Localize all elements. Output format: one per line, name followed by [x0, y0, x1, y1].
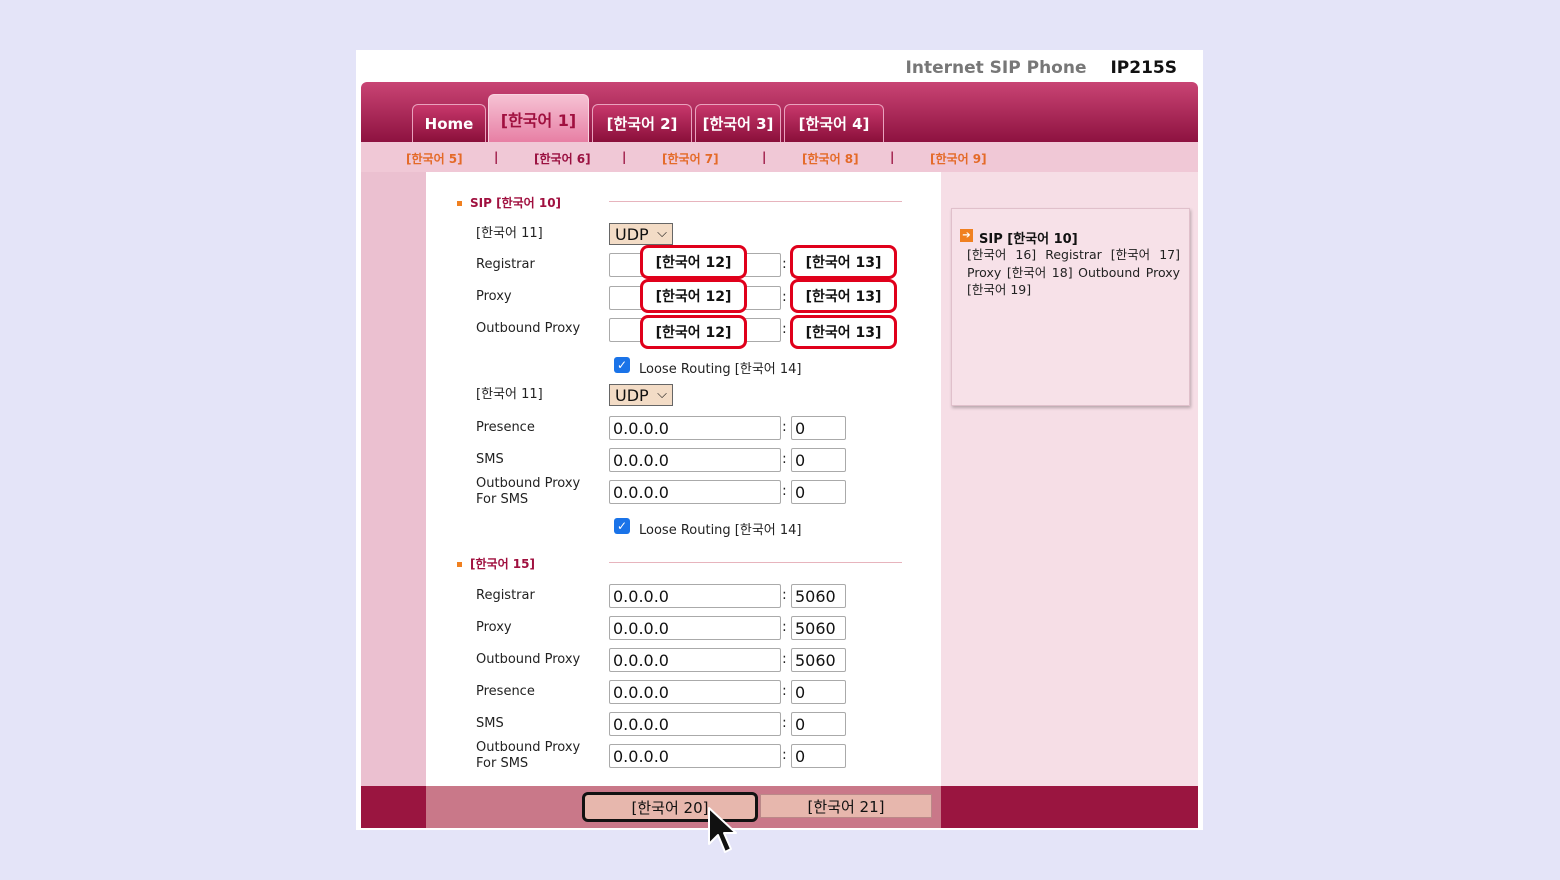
outbound-proxy-label: Outbound Proxy [476, 321, 581, 336]
conn-type-label-2: [한국어 11] [476, 387, 543, 402]
backup-sms-port-input[interactable]: 0 [791, 712, 846, 736]
colon: : [782, 683, 787, 699]
sms-address-input[interactable]: 0.0.0.0 [609, 448, 781, 472]
callout-server-address: [한국어 12] [640, 245, 747, 279]
callout-port-number: [한국어 13] [790, 279, 897, 313]
colon: : [782, 321, 787, 337]
conn-type-select[interactable]: UDP ⌵ [609, 223, 673, 245]
section-title-backup: [한국어 15] [457, 555, 535, 572]
top-bar: Internet SIP Phone IP215S [356, 50, 1203, 82]
proxy-label: Proxy [476, 289, 512, 304]
model-name: IP215S [1110, 58, 1177, 78]
chevron-down-icon: ⌵ [657, 387, 667, 402]
backup-presence-address-input[interactable]: 0.0.0.0 [609, 680, 781, 704]
colon: : [782, 483, 787, 499]
backup-proxy-address-input[interactable]: 0.0.0.0 [609, 616, 781, 640]
backup-registrar-label: Registrar [476, 588, 535, 603]
backup-proxy-port-input[interactable]: 5060 [791, 616, 846, 640]
bullet-icon [457, 562, 462, 567]
colon: : [782, 747, 787, 763]
conn-type-label: [한국어 11] [476, 226, 543, 241]
section-divider [609, 201, 902, 202]
backup-registrar-port-input[interactable]: 5060 [791, 584, 846, 608]
subnav-audio[interactable]: [한국어 8] [802, 150, 859, 167]
conn-type-select-2[interactable]: UDP ⌵ [609, 384, 673, 406]
brand: Internet SIP Phone IP215S [906, 58, 1177, 78]
arrow-right-icon: ➔ [960, 229, 973, 242]
chevron-down-icon: ⌵ [657, 226, 667, 241]
backup-outbound-proxy-address-input[interactable]: 0.0.0.0 [609, 648, 781, 672]
cancel-button[interactable]: [한국어 21] [760, 794, 932, 818]
colon: : [782, 651, 787, 667]
tab-home[interactable]: Home [412, 104, 486, 142]
left-margin [361, 172, 426, 786]
bullet-icon [457, 201, 462, 206]
section-divider [609, 562, 902, 563]
backup-sms-label: SMS [476, 716, 504, 731]
loose-routing-label: Loose Routing [한국어 14] [639, 362, 802, 377]
callout-port-number: [한국어 13] [790, 315, 897, 349]
backup-outbound-proxy-label: Outbound Proxy [476, 652, 581, 667]
presence-port-input[interactable]: 0 [791, 416, 846, 440]
sms-label: SMS [476, 452, 504, 467]
mouse-pointer-icon [708, 807, 737, 853]
sms-port-input[interactable]: 0 [791, 448, 846, 472]
colon: : [782, 587, 787, 603]
subnav-advanced[interactable]: [한국어 9] [930, 150, 987, 167]
subnav-separator: | [762, 150, 767, 164]
router-settings-page: Internet SIP Phone IP215S Home [한국어 1] [한… [356, 50, 1203, 830]
loose-routing-label-2: Loose Routing [한국어 14] [639, 523, 802, 538]
backup-presence-port-input[interactable]: 0 [791, 680, 846, 704]
section-title-sip: SIP [한국어 10] [457, 194, 561, 211]
subnav-separator: | [622, 150, 627, 164]
backup-proxy-label: Proxy [476, 620, 512, 635]
subnav-service[interactable]: [한국어 7] [662, 150, 719, 167]
colon: : [782, 619, 787, 635]
product-name: Internet SIP Phone [905, 58, 1087, 78]
sub-navigation: [한국어 5] | [한국어 6] | [한국어 7] | [한국어 8] | … [361, 142, 1198, 172]
subnav-account[interactable]: [한국어 5] [406, 150, 463, 167]
backup-registrar-address-input[interactable]: 0.0.0.0 [609, 584, 781, 608]
backup-outbound-proxy-port-input[interactable]: 5060 [791, 648, 846, 672]
colon: : [782, 289, 787, 305]
backup-sms-address-input[interactable]: 0.0.0.0 [609, 712, 781, 736]
backup-presence-label: Presence [476, 684, 535, 699]
presence-address-input[interactable]: 0.0.0.0 [609, 416, 781, 440]
tab-phone-management[interactable]: [한국어 4] [784, 104, 884, 142]
outbound-proxy-sms-port-input[interactable]: 0 [791, 480, 846, 504]
outbound-proxy-sms-label: Outbound Proxy For SMS [476, 476, 581, 507]
tab-bar: Home [한국어 1] [한국어 2] [한국어 3] [한국어 4] [361, 82, 1198, 142]
colon: : [782, 451, 787, 467]
tab-phone-settings[interactable]: [한국어 2] [592, 104, 692, 142]
loose-routing-checkbox[interactable]: ✓ [614, 357, 630, 373]
backup-outbound-proxy-sms-port-input[interactable]: 0 [791, 744, 846, 768]
tab-feature-settings[interactable]: [한국어 3] [695, 104, 781, 142]
backup-outbound-proxy-sms-label: Outbound Proxy For SMS [476, 740, 581, 771]
help-title: SIP [한국어 10] [979, 232, 1078, 247]
colon: : [782, 715, 787, 731]
help-box: ➔ SIP [한국어 10] [한국어 16] Registrar [한국어 1… [951, 208, 1190, 406]
callout-server-address: [한국어 12] [640, 315, 747, 349]
subnav-separator: | [890, 150, 895, 164]
backup-outbound-proxy-sms-address-input[interactable]: 0.0.0.0 [609, 744, 781, 768]
presence-label: Presence [476, 420, 535, 435]
callout-port-number: [한국어 13] [790, 245, 897, 279]
colon: : [782, 256, 787, 272]
subnav-server[interactable]: [한국어 6] [534, 150, 591, 167]
colon: : [782, 419, 787, 435]
registrar-label: Registrar [476, 257, 535, 272]
outbound-proxy-sms-address-input[interactable]: 0.0.0.0 [609, 480, 781, 504]
loose-routing-checkbox-2[interactable]: ✓ [614, 518, 630, 534]
tab-call-settings[interactable]: [한국어 1] [488, 94, 589, 142]
help-text: [한국어 16] Registrar [한국어 17] Proxy [한국어 1… [967, 247, 1180, 297]
subnav-separator: | [494, 150, 499, 164]
callout-server-address: [한국어 12] [640, 279, 747, 313]
